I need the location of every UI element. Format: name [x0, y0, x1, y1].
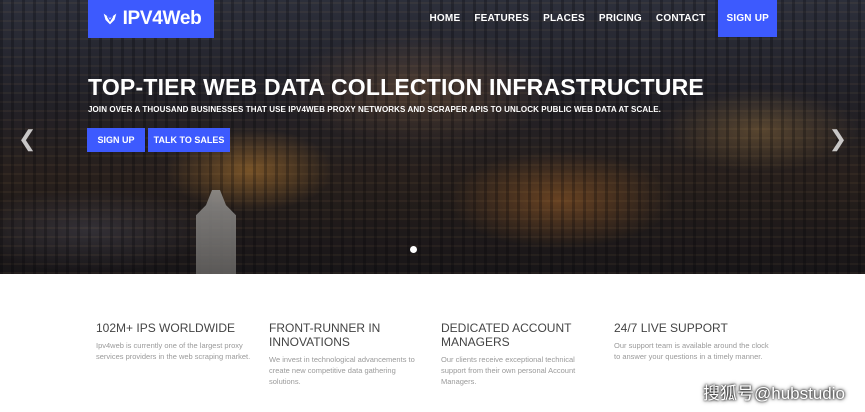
feature-title: DEDICATED ACCOUNT MANAGERS: [441, 321, 572, 349]
feature-body: Our clients receive exceptional technica…: [441, 355, 576, 386]
feature-ips-worldwide: 102M+ IPS WORLDWIDE Ipv4web is currently…: [96, 321, 256, 362]
logo-text: IPV4Web: [122, 8, 202, 29]
chevron-right-icon[interactable]: ❯: [829, 128, 847, 150]
feature-innovations: FRONT-RUNNER IN INNOVATIONS We invest in…: [269, 321, 429, 387]
carousel-indicators: [410, 246, 417, 253]
nav-pricing[interactable]: PRICING: [592, 0, 649, 37]
site-logo[interactable]: IPV4Web: [88, 0, 214, 38]
chevron-left-icon[interactable]: ❮: [18, 128, 36, 150]
main-nav: HOME FEATURES PLACES PRICING CONTACT SIG…: [423, 0, 777, 37]
carousel-dot-active[interactable]: [410, 246, 417, 253]
feature-title: FRONT-RUNNER IN INNOVATIONS: [269, 321, 381, 349]
hero-subtitle: JOIN OVER A THOUSAND BUSINESSES THAT USE…: [88, 105, 661, 114]
nav-features[interactable]: FEATURES: [467, 0, 536, 37]
nav-places[interactable]: PLACES: [536, 0, 592, 37]
feature-live-support: 24/7 LIVE SUPPORT Our support team is av…: [614, 321, 774, 362]
feature-body: Our support team is available around the…: [614, 341, 769, 361]
feature-title: 24/7 LIVE SUPPORT: [614, 321, 728, 335]
nav-contact[interactable]: CONTACT: [649, 0, 713, 37]
nav-signup-button[interactable]: SIGN UP: [718, 0, 777, 37]
feature-title: 102M+ IPS WORLDWIDE: [96, 321, 236, 335]
logo-mark-icon: [103, 13, 116, 25]
watermark: 搜狐号@hubstudio: [703, 384, 845, 403]
feature-body: We invest in technological advancements …: [269, 355, 415, 386]
feature-body: Ipv4web is currently one of the largest …: [96, 341, 251, 361]
hero-banner: IPV4Web HOME FEATURES PLACES PRICING CON…: [0, 0, 865, 274]
hero-title: TOP-TIER WEB DATA COLLECTION INFRASTRUCT…: [88, 74, 704, 100]
nav-home[interactable]: HOME: [423, 0, 468, 37]
feature-account-managers: DEDICATED ACCOUNT MANAGERS Our clients r…: [441, 321, 601, 387]
signup-button[interactable]: SIGN UP: [87, 128, 145, 152]
talk-to-sales-button[interactable]: TALK TO SALES: [148, 128, 230, 152]
